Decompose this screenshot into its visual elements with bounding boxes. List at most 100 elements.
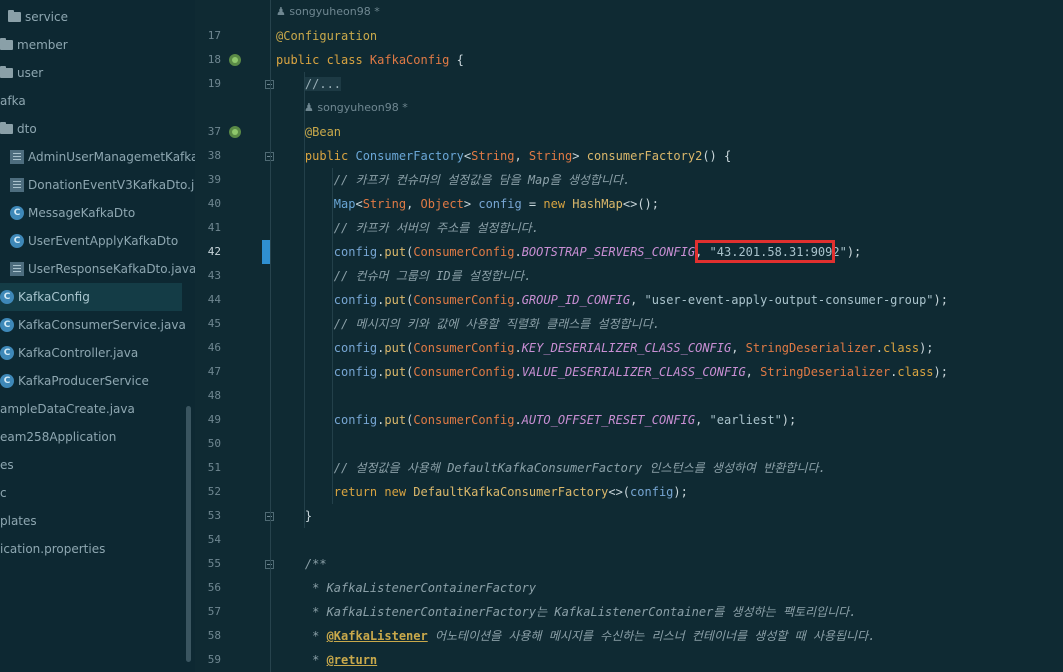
- tree-item[interactable]: ication.properties: [0, 535, 105, 563]
- line-number: 50: [207, 437, 221, 450]
- line-number: 47: [207, 365, 221, 378]
- tree-item-label: afka: [0, 94, 26, 108]
- tree-item-label: member: [17, 38, 68, 52]
- line-number: 45: [207, 317, 221, 330]
- class-icon: C: [10, 234, 24, 248]
- tree-item-label: DonationEventV3KafkaDto.java: [28, 178, 195, 192]
- line-number: 58: [207, 629, 221, 642]
- tree-item[interactable]: C KafkaConsumerService.java: [0, 311, 186, 339]
- folder-icon: [0, 38, 13, 50]
- tree-item-label: ication.properties: [0, 542, 106, 556]
- tree-item[interactable]: C KafkaProducerService: [0, 367, 149, 395]
- code-line-41: // 카프카 서버의 주소를 설정합니다.: [276, 221, 539, 235]
- tree-item[interactable]: ampleDataCreate.java: [0, 395, 135, 423]
- class-icon: C: [0, 318, 14, 332]
- code-line-52: return new DefaultKafkaConsumerFactory<>…: [333, 485, 688, 499]
- code-author-hint[interactable]: ♟ songyuheon98 *: [276, 0, 380, 24]
- line-number: 55: [207, 557, 221, 570]
- dto-file-icon: [10, 262, 24, 276]
- code-line-57: * KafkaListenerContainerFactory는 KafkaLi…: [276, 605, 857, 619]
- class-icon: C: [0, 290, 14, 304]
- dto-file-icon: [10, 178, 24, 192]
- code-line-59: * @return: [276, 653, 378, 667]
- tree-item-label: AdminUserManagemetKafkaDto: [28, 150, 195, 164]
- code-line-19: //...: [276, 72, 342, 96]
- code-line-56: * KafkaListenerContainerFactory: [276, 581, 537, 595]
- tree-item[interactable]: eam258Application: [0, 423, 116, 451]
- tree-item[interactable]: member: [0, 31, 68, 59]
- tree-item-label: MessageKafkaDto: [28, 206, 136, 220]
- tree-item[interactable]: es: [0, 451, 14, 479]
- code-line-38: public ConsumerFactory<String, String> c…: [276, 149, 732, 163]
- highlight-box: [695, 240, 835, 263]
- tree-item[interactable]: UserResponseKafkaDto.java: [0, 255, 195, 283]
- folder-icon: [0, 66, 13, 78]
- code-editor[interactable]: ♟ songyuheon98 * @Configuration public c…: [271, 0, 1063, 672]
- project-scrollbar[interactable]: [186, 406, 191, 662]
- line-number: 39: [207, 173, 221, 186]
- code-line-49: config.put(ConsumerConfig.AUTO_OFFSET_RE…: [333, 413, 797, 427]
- class-icon: C: [10, 206, 24, 220]
- code-line-17: @Configuration: [276, 29, 378, 43]
- line-number: 38: [207, 149, 221, 162]
- tree-item[interactable]: plates: [0, 507, 37, 535]
- line-number: 46: [207, 341, 221, 354]
- tree-item[interactable]: user: [0, 59, 43, 87]
- tree-item[interactable]: C KafkaConfig: [0, 283, 182, 311]
- tree-item-label: dto: [17, 122, 37, 136]
- tree-item[interactable]: dto: [0, 115, 37, 143]
- line-number: 19: [207, 77, 221, 90]
- code-line-43: // 컨슈머 그룹의 ID를 설정합니다.: [276, 269, 532, 283]
- tree-item-label: service: [25, 10, 68, 24]
- line-number: 43: [207, 269, 221, 282]
- current-line-marker: [262, 240, 270, 264]
- code-line-55: /**: [276, 557, 327, 571]
- class-icon: C: [0, 346, 14, 360]
- code-line-40: Map<String, Object> config = new HashMap…: [333, 197, 659, 211]
- line-number: 59: [207, 653, 221, 666]
- code-line-58: * @KafkaListener 어노테이션을 사용해 메시지를 수신하는 리스…: [276, 629, 876, 643]
- tree-item[interactable]: AdminUserManagemetKafkaDto: [0, 143, 195, 171]
- line-number: 44: [207, 293, 221, 306]
- tree-item[interactable]: service: [0, 3, 68, 31]
- code-line-51: // 설정값을 사용해 DefaultKafkaConsumerFactory …: [276, 461, 826, 475]
- code-line-47: config.put(ConsumerConfig.VALUE_DESERIAL…: [333, 365, 948, 379]
- class-icon: C: [0, 374, 14, 388]
- tree-item-label: ampleDataCreate.java: [0, 402, 135, 416]
- spring-bean-icon[interactable]: [229, 126, 241, 138]
- tree-item-label: user: [17, 66, 44, 80]
- tree-item-label: KafkaProducerService: [18, 374, 149, 388]
- tree-item[interactable]: c: [0, 479, 7, 507]
- tree-item[interactable]: DonationEventV3KafkaDto.java: [0, 171, 195, 199]
- line-number: 57: [207, 605, 221, 618]
- tree-item[interactable]: C UserEventApplyKafkaDto: [0, 227, 178, 255]
- line-number: 41: [207, 221, 221, 234]
- line-number: 56: [207, 581, 221, 594]
- project-tree-panel: service member user afka dto AdminUserManagem…: [0, 0, 195, 672]
- spring-bean-icon[interactable]: [229, 54, 241, 66]
- line-number: 17: [207, 29, 221, 42]
- tree-item[interactable]: C KafkaController.java: [0, 339, 138, 367]
- code-line-18: public class KafkaConfig {: [276, 53, 464, 67]
- line-number: 40: [207, 197, 221, 210]
- tree-item[interactable]: C MessageKafkaDto: [0, 199, 135, 227]
- folded-region[interactable]: //...: [304, 77, 342, 91]
- tree-item-label: UserEventApplyKafkaDto: [28, 234, 179, 248]
- code-line-37: @Bean: [276, 125, 342, 139]
- line-number: 48: [207, 389, 221, 402]
- tree-item-label: plates: [0, 514, 37, 528]
- code-line-46: config.put(ConsumerConfig.KEY_DESERIALIZ…: [333, 341, 934, 355]
- line-number: 53: [207, 509, 221, 522]
- tree-item-label: KafkaConsumerService.java: [18, 318, 186, 332]
- line-number: 51: [207, 461, 221, 474]
- code-author-hint[interactable]: ♟ songyuheon98 *: [304, 96, 408, 120]
- code-line-45: // 메시지의 키와 값에 사용할 직렬화 클래스를 설정합니다.: [276, 317, 660, 331]
- dto-file-icon: [10, 150, 24, 164]
- tree-item-label: eam258Application: [0, 430, 117, 444]
- code-line-44: config.put(ConsumerConfig.GROUP_ID_CONFI…: [333, 293, 948, 307]
- tree-item-label: es: [0, 458, 14, 472]
- tree-item[interactable]: afka: [0, 87, 26, 115]
- line-number: 54: [207, 533, 221, 546]
- line-number: 52: [207, 485, 221, 498]
- editor-gutter: 17 18 19 37 38 39 40 41 42 43 44 45 46 4…: [195, 0, 274, 672]
